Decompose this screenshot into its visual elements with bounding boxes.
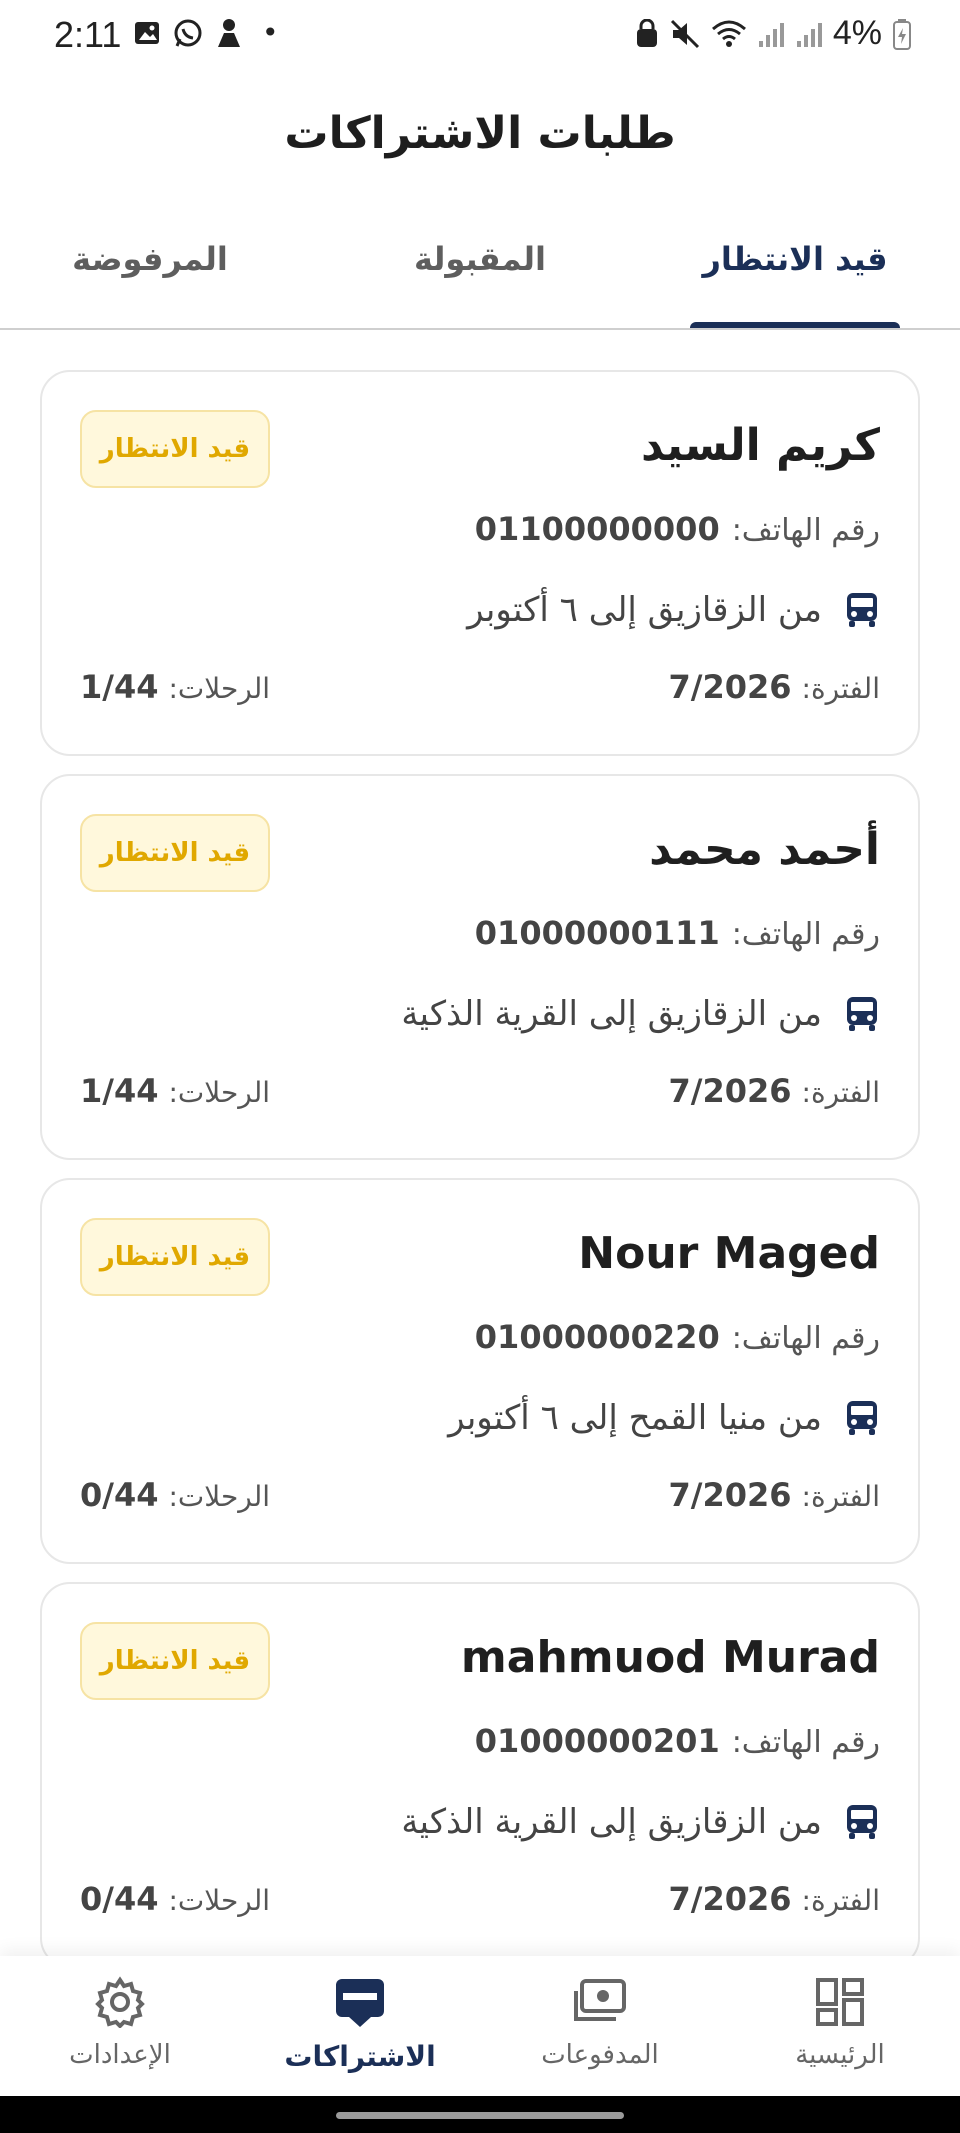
trips-row: الرحلات: 1/44 xyxy=(80,1072,270,1110)
home-gesture-handle[interactable] xyxy=(336,2112,624,2119)
signal-icon-2 xyxy=(796,22,822,47)
payments-icon xyxy=(574,1979,626,2021)
battery-percent: 4% xyxy=(832,14,882,52)
route-row: من الزقازيق إلى ٦ أكتوبر xyxy=(467,590,880,630)
trips-label: الرحلات: xyxy=(168,672,271,705)
period-value: 7/2026 xyxy=(668,1476,792,1514)
status-badge: قيد الانتظار xyxy=(80,410,270,488)
requests-list: كريم السيد قيد الانتظار رقم الهاتف: 0110… xyxy=(40,370,920,1986)
dashboard-icon xyxy=(816,1978,864,2026)
status-bar: 2:11 • 4% xyxy=(0,0,960,70)
trips-value: 0/44 xyxy=(80,1476,159,1514)
nav-payments[interactable]: المدفوعات xyxy=(510,1974,690,2070)
status-badge: قيد الانتظار xyxy=(80,1622,270,1700)
period-row: الفترة: 7/2026 xyxy=(669,1880,881,1918)
tab-pending-label: قيد الانتظار xyxy=(702,240,888,278)
period-value: 7/2026 xyxy=(668,1880,792,1918)
gallery-icon xyxy=(135,21,159,44)
tab-rejected[interactable]: المرفوضة xyxy=(40,230,260,330)
mute-icon xyxy=(670,19,699,48)
trips-label: الرحلات: xyxy=(168,1480,271,1513)
subscriber-name: mahmuod Murad xyxy=(460,1632,880,1683)
trips-row: الرحلات: 1/44 xyxy=(80,668,270,706)
route-text: من الزقازيق إلى القرية الذكية xyxy=(401,1802,822,1842)
request-card[interactable]: كريم السيد قيد الانتظار رقم الهاتف: 0110… xyxy=(40,370,920,756)
request-card[interactable]: أحمد محمد قيد الانتظار رقم الهاتف: 01000… xyxy=(40,774,920,1160)
signal-icon xyxy=(758,22,784,47)
period-label: الفترة: xyxy=(801,672,880,705)
tab-pending[interactable]: قيد الانتظار xyxy=(690,230,900,330)
subscriber-name: أحمد محمد xyxy=(649,824,880,875)
period-label: الفترة: xyxy=(801,1480,880,1513)
phone-row: رقم الهاتف: 01000000201 xyxy=(475,1722,880,1760)
period-value: 7/2026 xyxy=(668,1072,792,1110)
period-row: الفترة: 7/2026 xyxy=(669,668,881,706)
period-row: الفترة: 7/2026 xyxy=(669,1476,881,1514)
phone-value: 01000000111 xyxy=(474,914,720,952)
tab-accepted-label: المقبولة xyxy=(413,240,546,278)
whatsapp-icon xyxy=(174,19,202,47)
dot-icon: • xyxy=(262,16,279,49)
system-icons: 4% xyxy=(635,14,912,53)
tab-rejected-label: المرفوضة xyxy=(72,240,228,278)
nav-settings[interactable]: الإعدادات xyxy=(30,1974,210,2070)
notification-icons: • xyxy=(132,16,279,49)
trips-label: الرحلات: xyxy=(168,1884,271,1917)
status-time: 2:11 xyxy=(54,14,122,55)
wifi-icon xyxy=(711,20,746,47)
route-row: من الزقازيق إلى القرية الذكية xyxy=(401,1802,880,1842)
period-label: الفترة: xyxy=(801,1884,880,1917)
phone-label: رقم الهاتف: xyxy=(731,1321,880,1356)
trips-value: 1/44 xyxy=(80,1072,159,1110)
period-row: الفترة: 7/2026 xyxy=(669,1072,881,1110)
phone-value: 01100000000 xyxy=(474,510,720,548)
phone-label: رقم الهاتف: xyxy=(731,513,880,548)
route-row: من الزقازيق إلى القرية الذكية xyxy=(401,994,880,1034)
request-card[interactable]: Nour Maged قيد الانتظار رقم الهاتف: 0100… xyxy=(40,1178,920,1564)
phone-label: رقم الهاتف: xyxy=(731,1725,880,1760)
nav-settings-label: الإعدادات xyxy=(69,2040,171,2070)
phone-value: 01000000201 xyxy=(474,1722,720,1760)
bus-icon xyxy=(847,593,877,627)
bottom-navigation: الإعدادات الاشتراكات المدفوعات الرئيسية xyxy=(0,1956,960,2096)
route-text: من الزقازيق إلى ٦ أكتوبر xyxy=(467,590,822,630)
nav-subscriptions[interactable]: الاشتراكات xyxy=(270,1974,450,2073)
nav-home-label: الرئيسية xyxy=(795,2040,885,2070)
user-icon xyxy=(218,18,240,47)
status-badge: قيد الانتظار xyxy=(80,814,270,892)
bus-icon xyxy=(847,997,877,1031)
page-title: طلبات الاشتراكات xyxy=(284,108,676,159)
trips-label: الرحلات: xyxy=(168,1076,271,1109)
gear-icon xyxy=(95,1976,145,2028)
phone-row: رقم الهاتف: 01000000220 xyxy=(475,1318,880,1356)
trips-value: 1/44 xyxy=(80,668,159,706)
subscriber-name: Nour Maged xyxy=(578,1228,880,1279)
subscriber-name: كريم السيد xyxy=(640,420,880,471)
nav-subscriptions-label: الاشتراكات xyxy=(284,2040,436,2073)
phone-row: رقم الهاتف: 01100000000 xyxy=(475,510,880,548)
route-text: من الزقازيق إلى القرية الذكية xyxy=(401,994,822,1034)
tab-accepted[interactable]: المقبولة xyxy=(365,230,595,330)
status-tabs: قيد الانتظار المقبولة المرفوضة xyxy=(0,230,960,330)
battery-icon xyxy=(893,18,911,50)
bus-icon xyxy=(847,1401,877,1435)
route-row: من منيا القمح إلى ٦ أكتوبر xyxy=(448,1398,880,1438)
bus-icon xyxy=(847,1805,877,1839)
trips-value: 0/44 xyxy=(80,1880,159,1918)
phone-label: رقم الهاتف: xyxy=(731,917,880,952)
period-value: 7/2026 xyxy=(668,668,792,706)
route-text: من منيا القمح إلى ٦ أكتوبر xyxy=(448,1398,822,1438)
lock-icon xyxy=(636,18,657,47)
nav-payments-label: المدفوعات xyxy=(541,2040,659,2070)
request-card[interactable]: mahmuod Murad قيد الانتظار رقم الهاتف: 0… xyxy=(40,1582,920,1968)
phone-row: رقم الهاتف: 01000000111 xyxy=(475,914,880,952)
period-label: الفترة: xyxy=(801,1076,880,1109)
nav-home[interactable]: الرئيسية xyxy=(750,1974,930,2070)
trips-row: الرحلات: 0/44 xyxy=(80,1476,270,1514)
trips-row: الرحلات: 0/44 xyxy=(80,1880,270,1918)
tabs-divider xyxy=(0,328,960,330)
phone-value: 01000000220 xyxy=(474,1318,720,1356)
status-badge: قيد الانتظار xyxy=(80,1218,270,1296)
subscriptions-icon xyxy=(336,1979,384,2027)
